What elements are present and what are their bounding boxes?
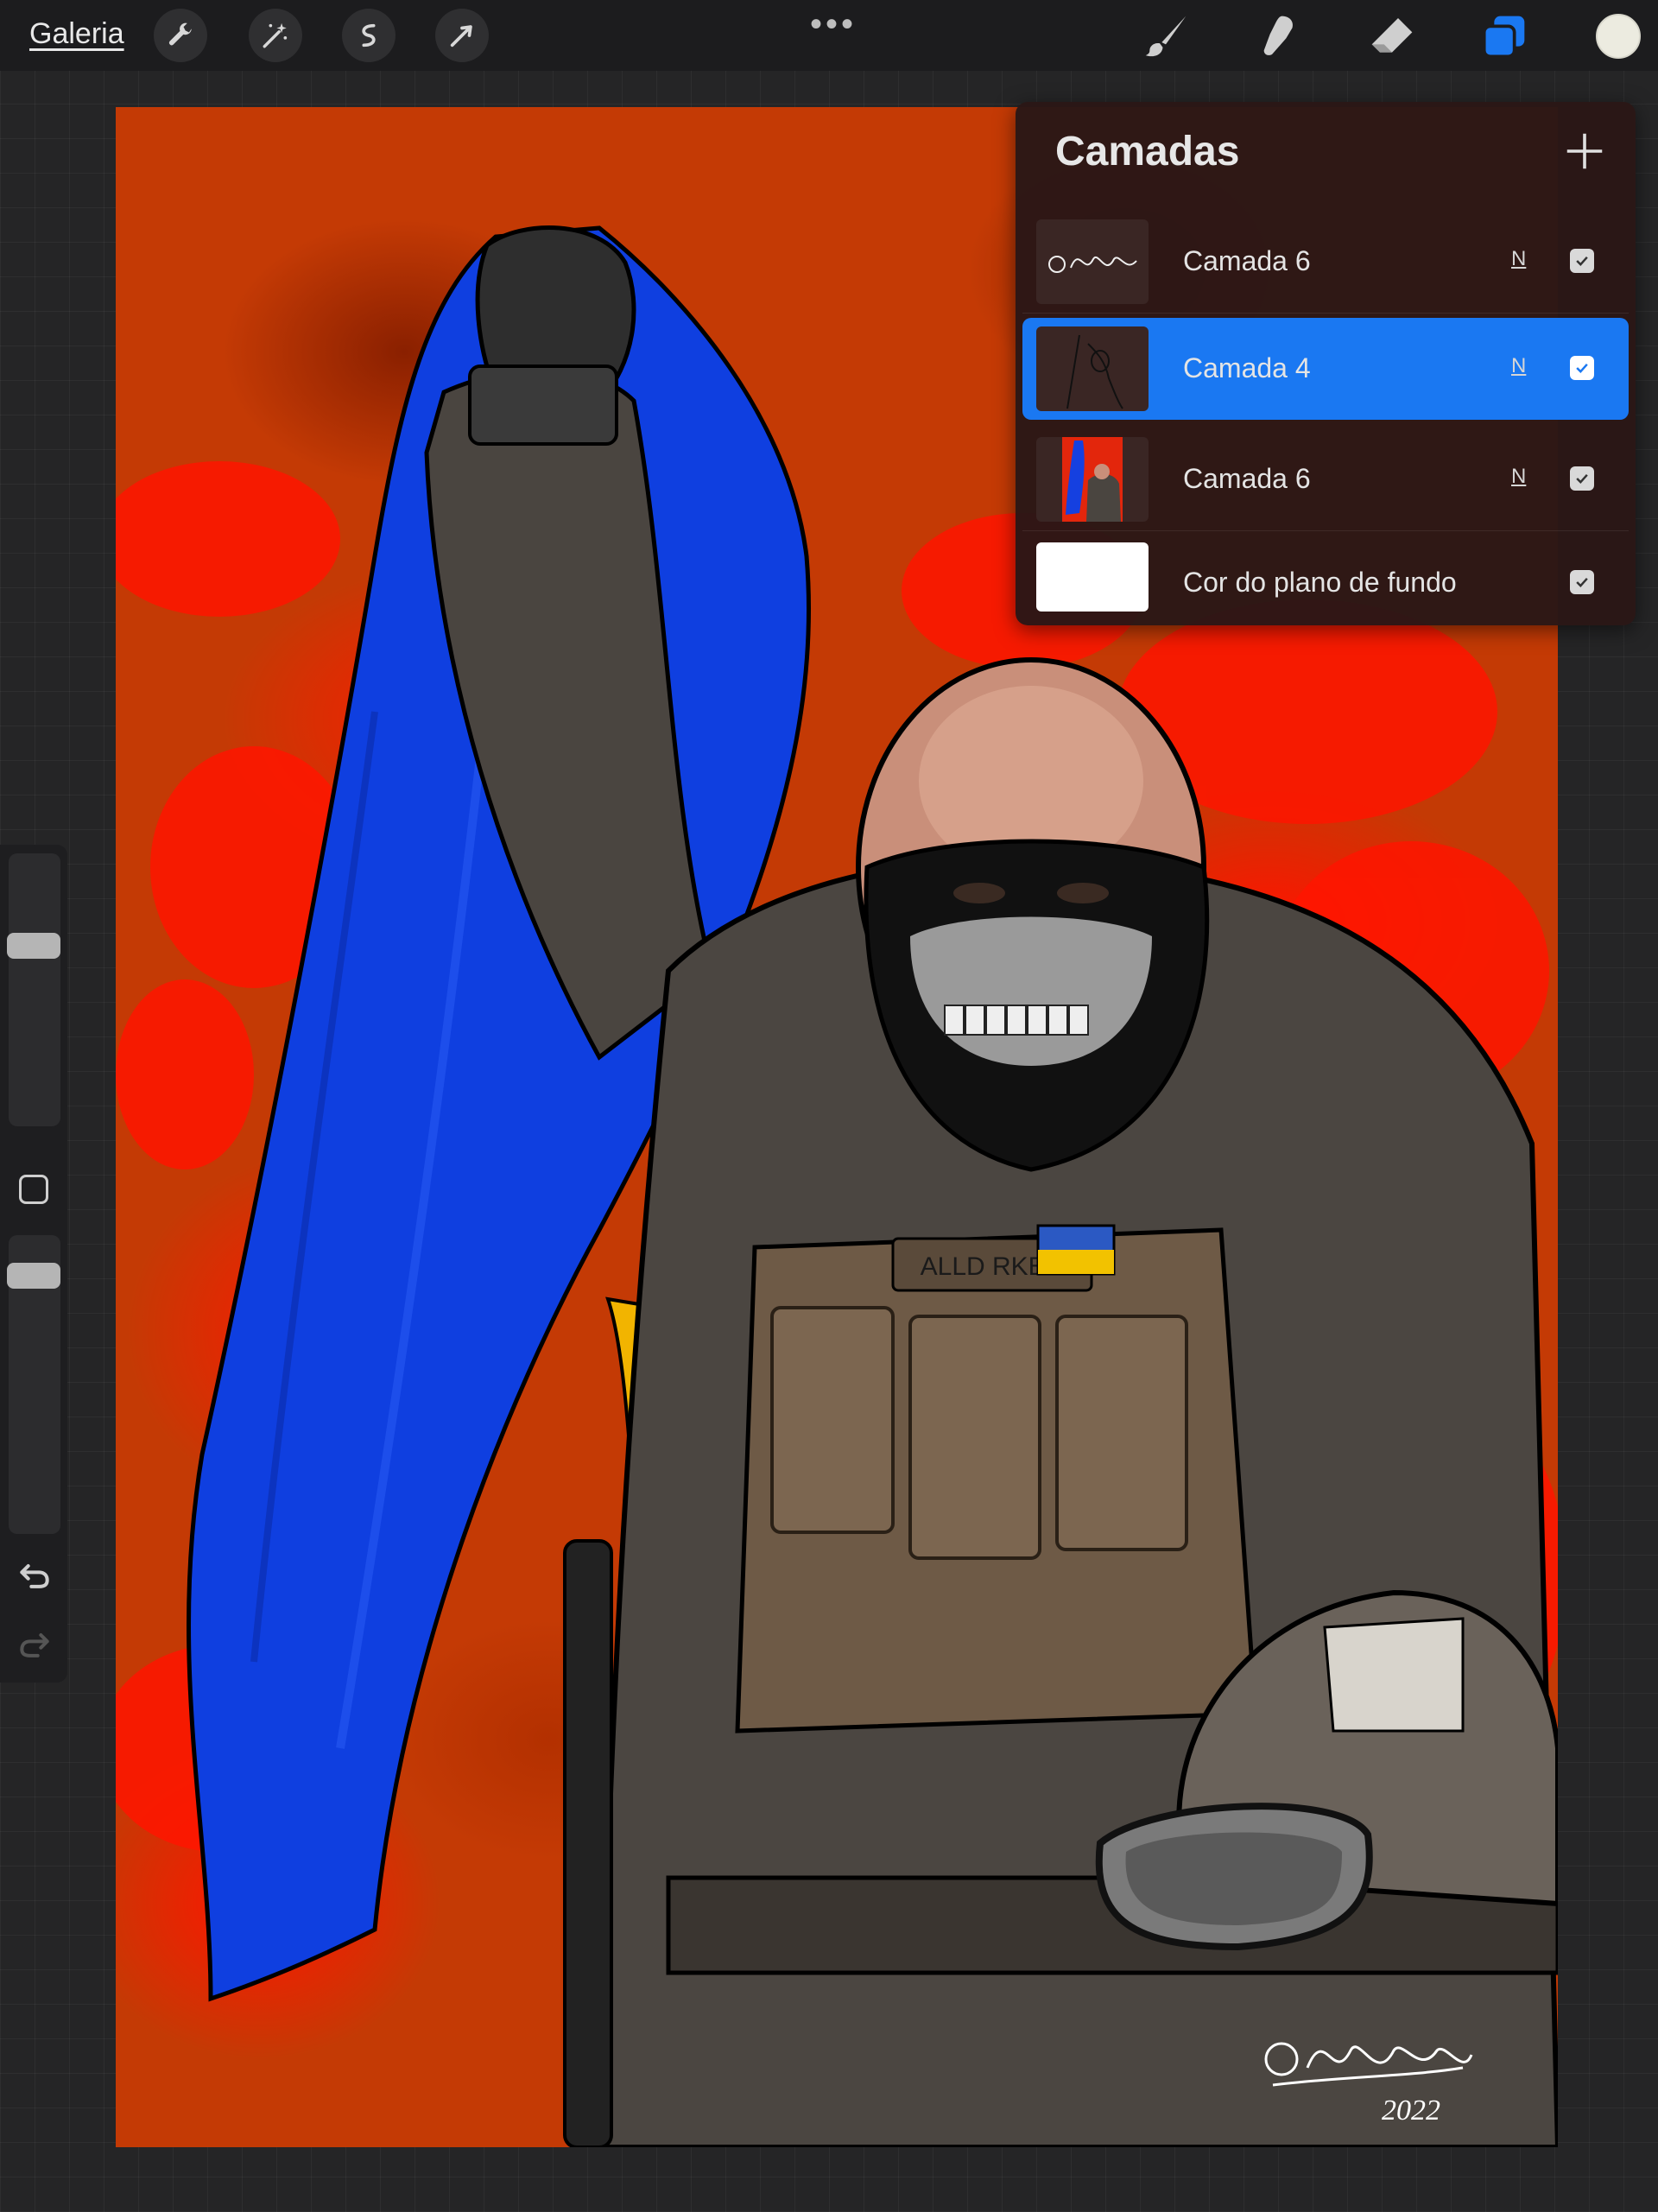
signature-year: 2022 [1382,2095,1440,2126]
rifle [563,1539,613,2147]
layers-panel: Camadas Camada 6 N Camada 4 N Camada 6 N… [1016,102,1636,625]
layer-row[interactable]: Camada 6 N [1022,428,1629,531]
eraser-tool-button[interactable] [1364,9,1420,64]
artwork-thumb-icon [1062,437,1123,522]
checkmark-icon [1576,363,1588,373]
blend-mode-button[interactable]: N [1511,465,1526,489]
layers-title: Camadas [1055,129,1240,174]
smudge-tool-button[interactable] [1250,9,1306,64]
layers-button[interactable] [1477,9,1532,64]
top-toolbar: Galeria ••• [0,0,1658,71]
wrench-icon [168,22,192,46]
selection-icon [362,23,376,48]
brush-icon [1145,16,1187,57]
layer-name: Cor do plano de fundo [1183,567,1457,598]
layer-row-active[interactable]: Camada 4 N [1022,318,1629,420]
lineart-thumb-icon [1066,334,1123,409]
layer-thumbnail [1036,219,1149,304]
opacity-handle[interactable] [7,1262,60,1289]
layer-visibility-checkbox[interactable] [1570,356,1594,380]
undo-icon[interactable] [16,1556,54,1594]
modify-button[interactable] [19,1175,48,1204]
color-picker-swatch[interactable] [1596,14,1641,59]
brush-tool-button[interactable] [1138,9,1193,64]
actions-wrench-button[interactable] [154,9,207,62]
layers-icon [1482,16,1525,59]
signature-thumb-icon [1048,256,1137,273]
magic-wand-icon [263,22,288,48]
brush-size-slider[interactable] [9,853,60,1126]
brush-size-handle[interactable] [7,932,60,959]
more-options-button[interactable]: ••• [810,5,857,44]
checkmark-icon [1576,577,1588,587]
checkmark-icon [1576,256,1588,266]
adjustments-button[interactable] [249,9,302,62]
transform-button[interactable] [435,9,489,62]
layer-visibility-checkbox[interactable] [1570,249,1594,273]
layer-name: Camada 6 [1183,463,1311,494]
smudge-icon [1263,16,1293,55]
blend-mode-button[interactable]: N [1511,247,1526,271]
layer-name: Camada 4 [1183,352,1311,383]
layer-visibility-checkbox[interactable] [1570,570,1594,594]
transform-arrow-icon [450,25,472,48]
layer-row-background[interactable]: Cor do plano de fundo [1022,527,1629,629]
layer-thumbnail [1036,437,1149,522]
selection-button[interactable] [342,9,396,62]
gallery-link[interactable]: Galeria [29,17,124,51]
layer-row[interactable]: Camada 6 N [1022,211,1629,314]
layer-name: Camada 6 [1183,245,1311,276]
plus-icon[interactable] [1561,128,1608,174]
layer-thumbnail [1036,326,1149,411]
layer-visibility-checkbox[interactable] [1570,466,1594,491]
eraser-icon [1371,18,1413,53]
blend-mode-button[interactable]: N [1511,354,1526,378]
redo-icon[interactable] [16,1626,54,1664]
checkmark-icon [1576,473,1588,484]
layer-thumbnail [1036,542,1149,612]
